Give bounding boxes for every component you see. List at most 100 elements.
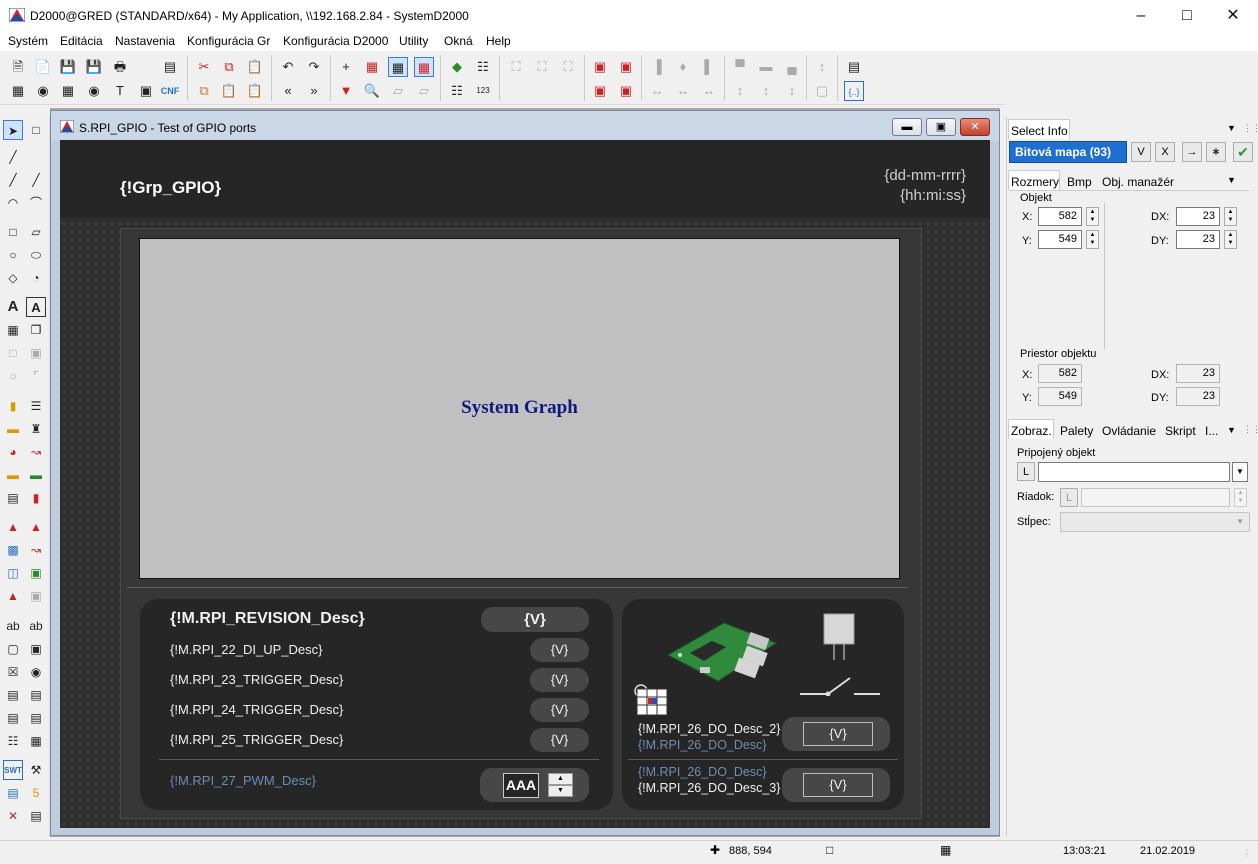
image-icon[interactable]: ▣: [26, 563, 46, 583]
tab-skript[interactable]: Skript: [1165, 424, 1196, 438]
building-icon[interactable]: ♜: [26, 419, 46, 439]
x-input[interactable]: 582: [1038, 207, 1082, 226]
text-icon[interactable]: A: [3, 297, 23, 317]
script-icon[interactable]: {..}: [844, 81, 864, 101]
group-icon[interactable]: ⛶: [506, 57, 526, 77]
tab-palety[interactable]: Palety: [1060, 424, 1093, 438]
tabs2-grip-icon[interactable]: ⋮⋮: [1243, 424, 1258, 435]
stlpec-select[interactable]: ▼: [1060, 512, 1250, 532]
pripojeny-objekt-input[interactable]: [1038, 462, 1230, 482]
button-tool-icon[interactable]: ▢: [3, 639, 23, 659]
bitmap-object-button[interactable]: Bitová mapa (93): [1009, 141, 1127, 163]
bar-indicator-icon[interactable]: ▮: [3, 396, 23, 416]
same-height-icon[interactable]: ↕: [812, 57, 832, 77]
tab-control-icon[interactable]: ▤: [3, 708, 23, 728]
y-spinner[interactable]: ▲ ▼: [1086, 230, 1099, 249]
space-v-icon[interactable]: ↕: [730, 81, 750, 101]
pwm-down-button[interactable]: ▼: [548, 785, 573, 797]
x-button[interactable]: X: [1155, 142, 1175, 162]
riadok-input[interactable]: [1081, 488, 1230, 507]
arc-icon[interactable]: ◠: [3, 193, 23, 213]
time-field[interactable]: {hh:mi:ss}: [850, 187, 966, 204]
bar-list-icon[interactable]: ☰: [26, 396, 46, 416]
link-object-button[interactable]: L: [1017, 462, 1035, 481]
same-size-icon[interactable]: ▢: [812, 81, 832, 101]
maximize-button[interactable]: □: [1164, 0, 1210, 31]
box-3d-icon[interactable]: ❐: [26, 320, 46, 340]
grid-tool-icon[interactable]: ▦: [26, 731, 46, 751]
raspberry-pi-image[interactable]: [660, 615, 780, 687]
date-field[interactable]: {dd-mm-rrrr}: [850, 167, 966, 184]
align-center-icon[interactable]: ♦: [673, 57, 693, 77]
curve-icon[interactable]: ⌒: [26, 193, 46, 213]
tools-icon[interactable]: ⚒: [26, 760, 46, 780]
tag-icon[interactable]: ◆: [447, 57, 467, 77]
eraser2-icon[interactable]: ▱: [414, 81, 434, 101]
polygon-icon[interactable]: ◇: [3, 268, 23, 288]
riadok-spinner[interactable]: ▲ ▼: [1234, 488, 1247, 507]
level-icon[interactable]: ▬: [3, 419, 23, 439]
send-backward-icon[interactable]: ▣: [616, 81, 636, 101]
paste-special-icon[interactable]: 📋: [245, 81, 265, 101]
checkbox-x-icon[interactable]: ☒: [3, 662, 23, 682]
dx-input[interactable]: 23: [1176, 207, 1220, 226]
menu-editacia[interactable]: Editácia: [60, 34, 103, 48]
system-graph[interactable]: System Graph: [139, 238, 900, 579]
trigger-23-value[interactable]: {V}: [530, 668, 589, 692]
di-22-desc[interactable]: {!M.RPI_22_DI_UP_Desc}: [170, 642, 322, 657]
tab-bmp[interactable]: Bmp: [1067, 175, 1092, 189]
circle-outline-icon[interactable]: ○: [3, 366, 23, 386]
do-26-desc-3[interactable]: {!M.RPI_26_DO_Desc_3}: [638, 781, 780, 795]
x-spinner[interactable]: ▲ ▼: [1086, 207, 1099, 226]
menu-konfiguracia-d2000[interactable]: Konfigurácia D2000: [283, 34, 388, 48]
html5-icon[interactable]: 5: [26, 783, 46, 803]
di-22-value[interactable]: {V}: [530, 638, 589, 662]
pwm-27-desc[interactable]: {!M.RPI_27_PWM_Desc}: [170, 773, 316, 788]
menu-help[interactable]: Help: [486, 34, 511, 48]
pripojeny-dropdown-button[interactable]: ▼: [1232, 462, 1248, 482]
snap-grid-icon[interactable]: ▦: [362, 57, 382, 77]
text-object-icon[interactable]: T: [110, 81, 130, 101]
marquee-select-icon[interactable]: □: [26, 120, 46, 140]
text-box-icon[interactable]: A: [26, 297, 46, 317]
new-file-icon[interactable]: 🗎: [8, 57, 28, 77]
pwm-value-input[interactable]: AAA: [503, 773, 539, 798]
tab-select-info[interactable]: Select Info: [1011, 124, 1068, 138]
trigger-23-desc[interactable]: {!M.RPI_23_TRIGGER_Desc}: [170, 672, 343, 687]
ungroup-icon[interactable]: ⛶: [532, 57, 552, 77]
tab-control2-icon[interactable]: ▤: [26, 708, 46, 728]
line-icon[interactable]: ╱: [3, 147, 23, 167]
tree-tool-icon[interactable]: ☷: [3, 731, 23, 751]
menu-konfiguracia-gr[interactable]: Konfigurácia Gr: [187, 34, 270, 48]
image2-icon[interactable]: ▣: [26, 586, 46, 606]
menu-okna[interactable]: Okná: [444, 34, 473, 48]
size-grip-icon[interactable]: ⋮: [1243, 849, 1251, 858]
space-v2-icon[interactable]: ↕: [756, 81, 776, 101]
ellipse-icon[interactable]: ⬭: [26, 245, 46, 265]
pane-grip-icon[interactable]: ⋮⋮: [1243, 123, 1258, 134]
edit-tool-icon[interactable]: ab: [26, 616, 46, 636]
hierarchy-icon[interactable]: ☷: [447, 81, 467, 101]
do-26-desc-2[interactable]: {!M.RPI_26_DO_Desc_2}: [638, 722, 780, 736]
bring-forward-icon[interactable]: ▣: [590, 81, 610, 101]
progress-icon[interactable]: ▬: [26, 465, 46, 485]
child-minimize-button[interactable]: ▬: [892, 118, 922, 136]
save-all-icon[interactable]: 💾: [84, 57, 104, 77]
dy-input[interactable]: 23: [1176, 230, 1220, 249]
label-icon[interactable]: ▤: [844, 57, 864, 77]
trend-icon[interactable]: ↝: [26, 540, 46, 560]
tabs2-dropdown-icon[interactable]: ▼: [1227, 425, 1236, 435]
align-bottom-icon[interactable]: ▄: [782, 57, 802, 77]
pwm-up-button[interactable]: ▲: [548, 773, 573, 785]
combobox-icon[interactable]: ▤: [26, 685, 46, 705]
document-icon[interactable]: 📄: [33, 57, 53, 77]
rounded-rect-icon[interactable]: ▱: [26, 222, 46, 242]
label-tool-icon[interactable]: ab: [3, 616, 23, 636]
line-chart-icon[interactable]: ↝: [26, 442, 46, 462]
send-back-icon[interactable]: ▣: [616, 57, 636, 77]
tab-zobraz[interactable]: Zobraz.: [1011, 424, 1052, 438]
listbox-icon[interactable]: ▤: [3, 685, 23, 705]
trigger-24-value[interactable]: {V}: [530, 698, 589, 722]
cut-icon[interactable]: ✂: [194, 57, 214, 77]
trigger-24-desc[interactable]: {!M.RPI_24_TRIGGER_Desc}: [170, 702, 343, 717]
